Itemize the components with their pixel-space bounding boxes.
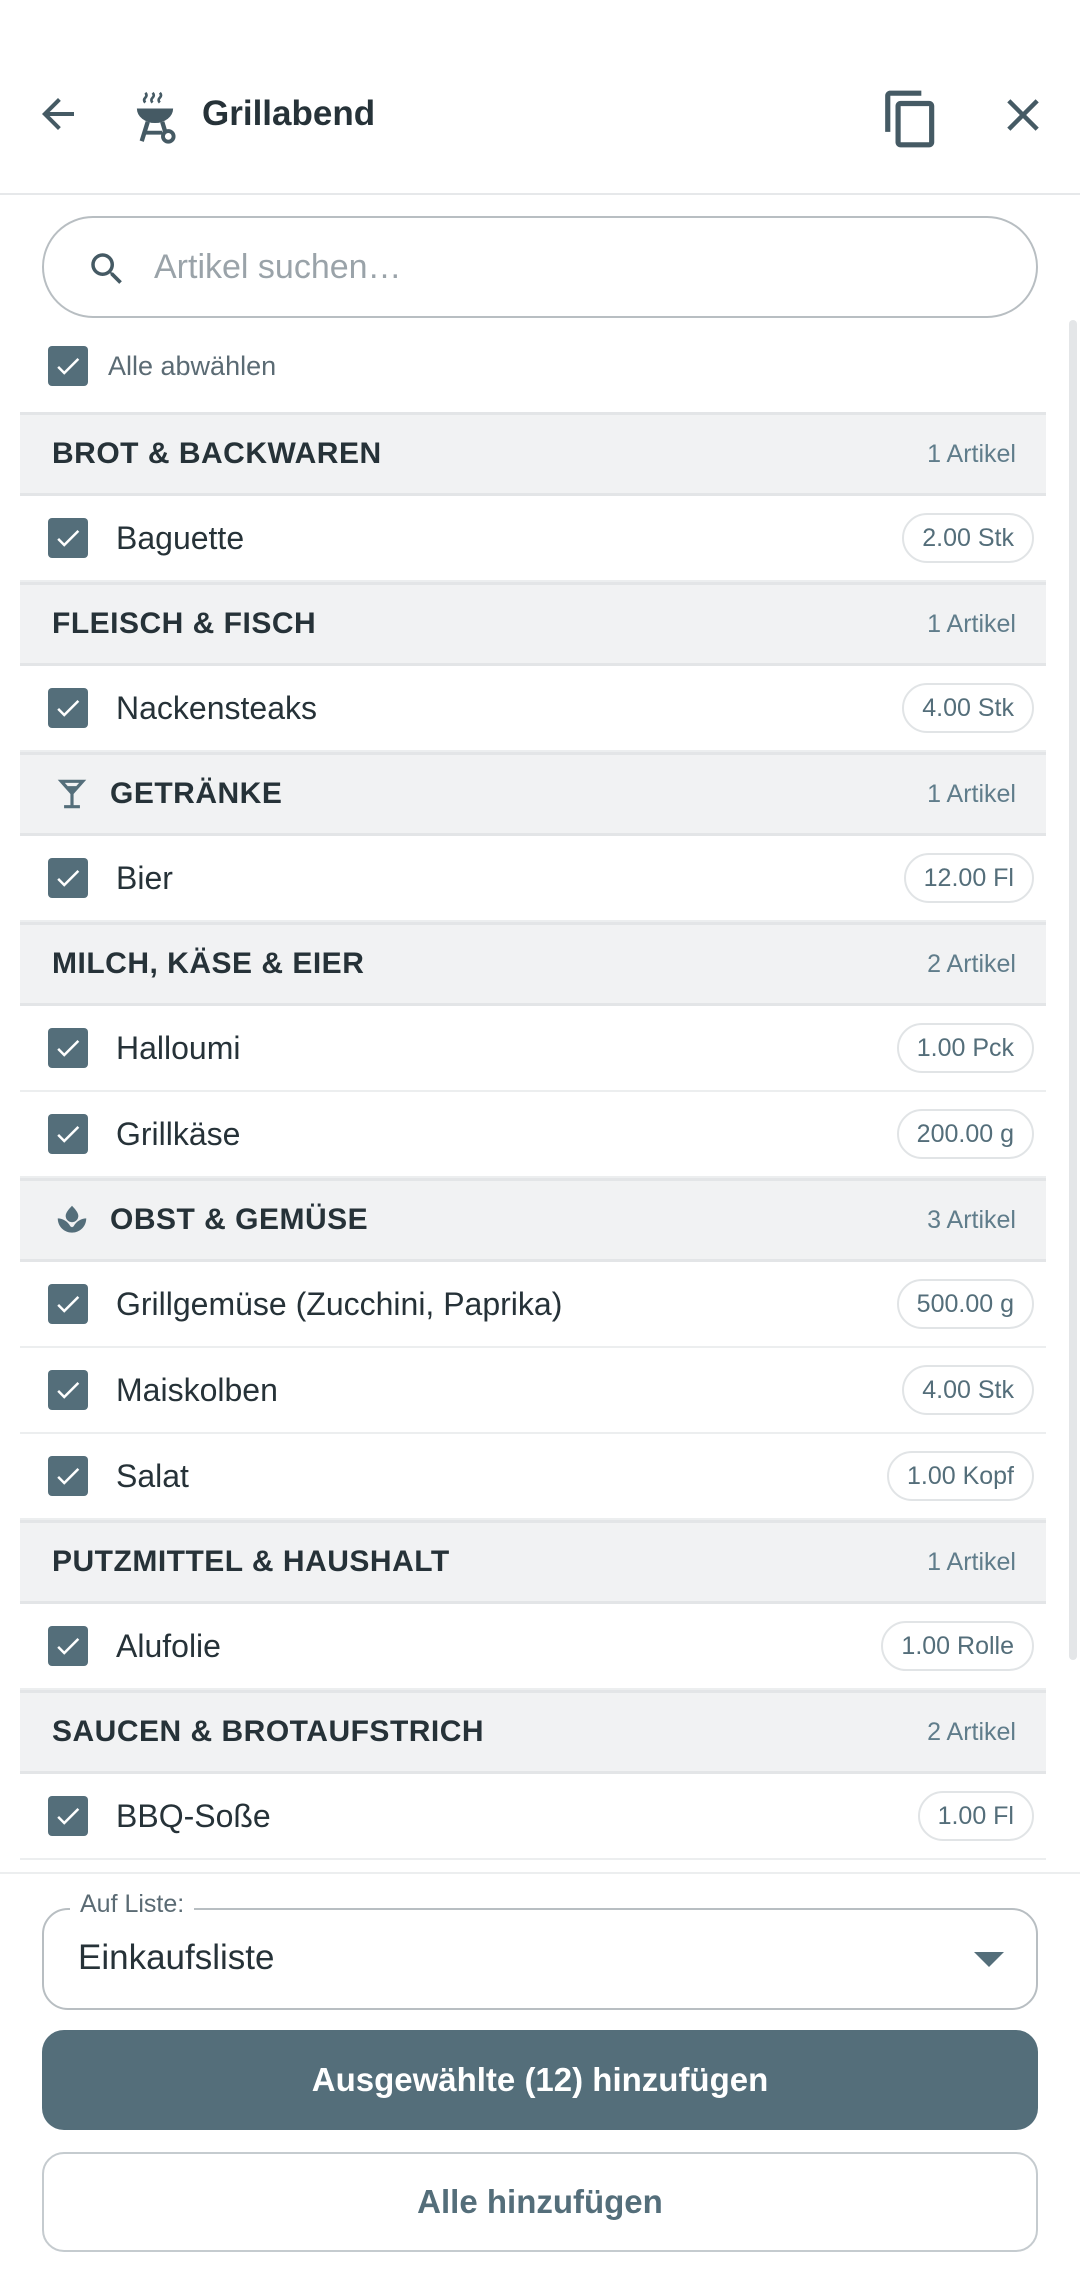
category-name: MILCH, KÄSE & EIER [52, 947, 365, 980]
checkmark-icon [57, 869, 80, 887]
category-count: 1 Artikel [927, 439, 1016, 468]
list-item[interactable]: Maiskolben 4.00 Stk [20, 1348, 1046, 1434]
checkmark-icon [57, 1125, 80, 1143]
list-item[interactable]: Nackensteaks 4.00 Stk [20, 666, 1046, 752]
category-header: SAUCEN & BROTAUFSTRICH 2 Artikel [20, 1690, 1046, 1774]
deselect-all-label: Alle abwählen [108, 350, 277, 381]
category-header: GETRÄNKE 1 Artikel [20, 752, 1046, 836]
category-count: 1 Artikel [927, 609, 1016, 638]
list-item[interactable]: Baguette 2.00 Stk [20, 496, 1046, 582]
category-name: PUTZMITTEL & HAUSHALT [52, 1545, 450, 1578]
cocktail-glass-icon [52, 774, 92, 814]
item-checkbox[interactable] [48, 1456, 88, 1496]
category-name: SAUCEN & BROTAUFSTRICH [52, 1715, 485, 1748]
item-checkbox[interactable] [48, 1370, 88, 1410]
category-name: FLEISCH & FISCH [52, 607, 317, 640]
item-checkbox[interactable] [48, 1796, 88, 1836]
target-list-select[interactable]: Auf Liste: Einkaufsliste [42, 1890, 1038, 2010]
item-name: Baguette [116, 519, 245, 556]
category-header: PUTZMITTEL & HAUSHALT 1 Artikel [20, 1520, 1046, 1604]
item-quantity[interactable]: 2.00 Stk [902, 513, 1034, 563]
category-count: 1 Artikel [927, 1547, 1016, 1576]
list-item[interactable]: Grillgemüse (Zucchini, Paprika) 500.00 g [20, 1262, 1046, 1348]
checkmark-icon [57, 1295, 80, 1313]
item-checkbox[interactable] [48, 1028, 88, 1068]
article-list: BROT & BACKWAREN 1 Artikel Baguette 2.00 St… [20, 412, 1046, 1860]
search-field[interactable] [42, 216, 1038, 318]
page-title: Grillabend [202, 94, 376, 133]
bottom-actions: Auf Liste: Einkaufsliste Ausgewählte (12… [0, 1872, 1080, 2284]
arrow-back-icon [42, 98, 74, 130]
checkmark-icon [57, 357, 80, 375]
item-checkbox[interactable] [48, 1284, 88, 1324]
dropdown-arrow-icon [974, 1952, 1004, 1967]
checkmark-icon [57, 1467, 80, 1485]
search-icon [91, 253, 122, 284]
checkmark-icon [57, 699, 80, 717]
category-count: 1 Artikel [927, 779, 1016, 808]
checkmark-icon [57, 529, 80, 547]
item-name: Alufolie [116, 1627, 221, 1664]
item-name: Grillkäse [116, 1115, 241, 1152]
checkmark-icon [57, 1807, 80, 1825]
list-item[interactable]: Halloumi 1.00 Pck [20, 1006, 1046, 1092]
target-list-value: Einkaufsliste [78, 1938, 275, 1977]
app-header: Grillabend [0, 0, 1080, 195]
add-selected-button[interactable]: Ausgewählte (12) hinzufügen [42, 2030, 1038, 2130]
deselect-all-checkbox[interactable] [48, 346, 88, 386]
category-count: 3 Artikel [927, 1205, 1016, 1234]
list-item[interactable]: Salat 1.00 Kopf [20, 1434, 1046, 1520]
item-quantity[interactable]: 200.00 g [896, 1109, 1034, 1159]
checkmark-icon [57, 1637, 80, 1655]
grill-icon [126, 88, 184, 146]
item-name: Grillgemüse (Zucchini, Paprika) [116, 1285, 563, 1322]
deselect-all-toggle[interactable]: Alle abwählen [48, 344, 276, 388]
item-quantity[interactable]: 1.00 Kopf [886, 1451, 1034, 1501]
item-quantity[interactable]: 1.00 Pck [896, 1023, 1034, 1073]
item-quantity[interactable]: 4.00 Stk [902, 1365, 1034, 1415]
category-name: OBST & GEMÜSE [110, 1203, 369, 1236]
item-name: Salat [116, 1457, 189, 1494]
close-button[interactable] [996, 88, 1050, 146]
copy-button[interactable] [880, 86, 942, 152]
item-name: Bier [116, 859, 173, 896]
item-quantity[interactable]: 4.00 Stk [902, 683, 1034, 733]
item-quantity[interactable]: 12.00 Fl [903, 853, 1034, 903]
list-item[interactable]: Bier 12.00 Fl [20, 836, 1046, 922]
checkmark-icon [57, 1381, 80, 1399]
list-item[interactable]: BBQ-Soße 1.00 Fl [20, 1774, 1046, 1860]
checkmark-icon [57, 1039, 80, 1057]
category-header: FLEISCH & FISCH 1 Artikel [20, 582, 1046, 666]
back-button[interactable] [28, 84, 88, 144]
category-count: 2 Artikel [927, 1717, 1016, 1746]
item-name: BBQ-Soße [116, 1797, 271, 1834]
search-input[interactable] [154, 218, 994, 316]
item-name: Nackensteaks [116, 689, 317, 726]
category-count: 2 Artikel [927, 949, 1016, 978]
category-name: GETRÄNKE [110, 777, 283, 810]
list-item[interactable]: Alufolie 1.00 Rolle [20, 1604, 1046, 1690]
item-name: Halloumi [116, 1029, 241, 1066]
item-checkbox[interactable] [48, 688, 88, 728]
item-name: Maiskolben [116, 1371, 278, 1408]
add-all-button[interactable]: Alle hinzufügen [42, 2152, 1038, 2252]
category-header: BROT & BACKWAREN 1 Artikel [20, 412, 1046, 496]
category-header: OBST & GEMÜSE 3 Artikel [20, 1178, 1046, 1262]
item-checkbox[interactable] [48, 1626, 88, 1666]
sprout-icon [52, 1200, 92, 1240]
item-checkbox[interactable] [48, 858, 88, 898]
item-quantity[interactable]: 1.00 Fl [917, 1791, 1034, 1841]
item-checkbox[interactable] [48, 518, 88, 558]
category-header: MILCH, KÄSE & EIER 2 Artikel [20, 922, 1046, 1006]
list-item[interactable]: Grillkäse 200.00 g [20, 1092, 1046, 1178]
close-icon [1007, 99, 1039, 131]
item-checkbox[interactable] [48, 1114, 88, 1154]
item-quantity[interactable]: 500.00 g [896, 1279, 1034, 1329]
scrollbar[interactable] [1069, 320, 1077, 1660]
target-list-label: Auf Liste: [70, 1890, 195, 1919]
copy-icon [885, 90, 935, 148]
category-name: BROT & BACKWAREN [52, 437, 382, 470]
item-quantity[interactable]: 1.00 Rolle [881, 1621, 1034, 1671]
